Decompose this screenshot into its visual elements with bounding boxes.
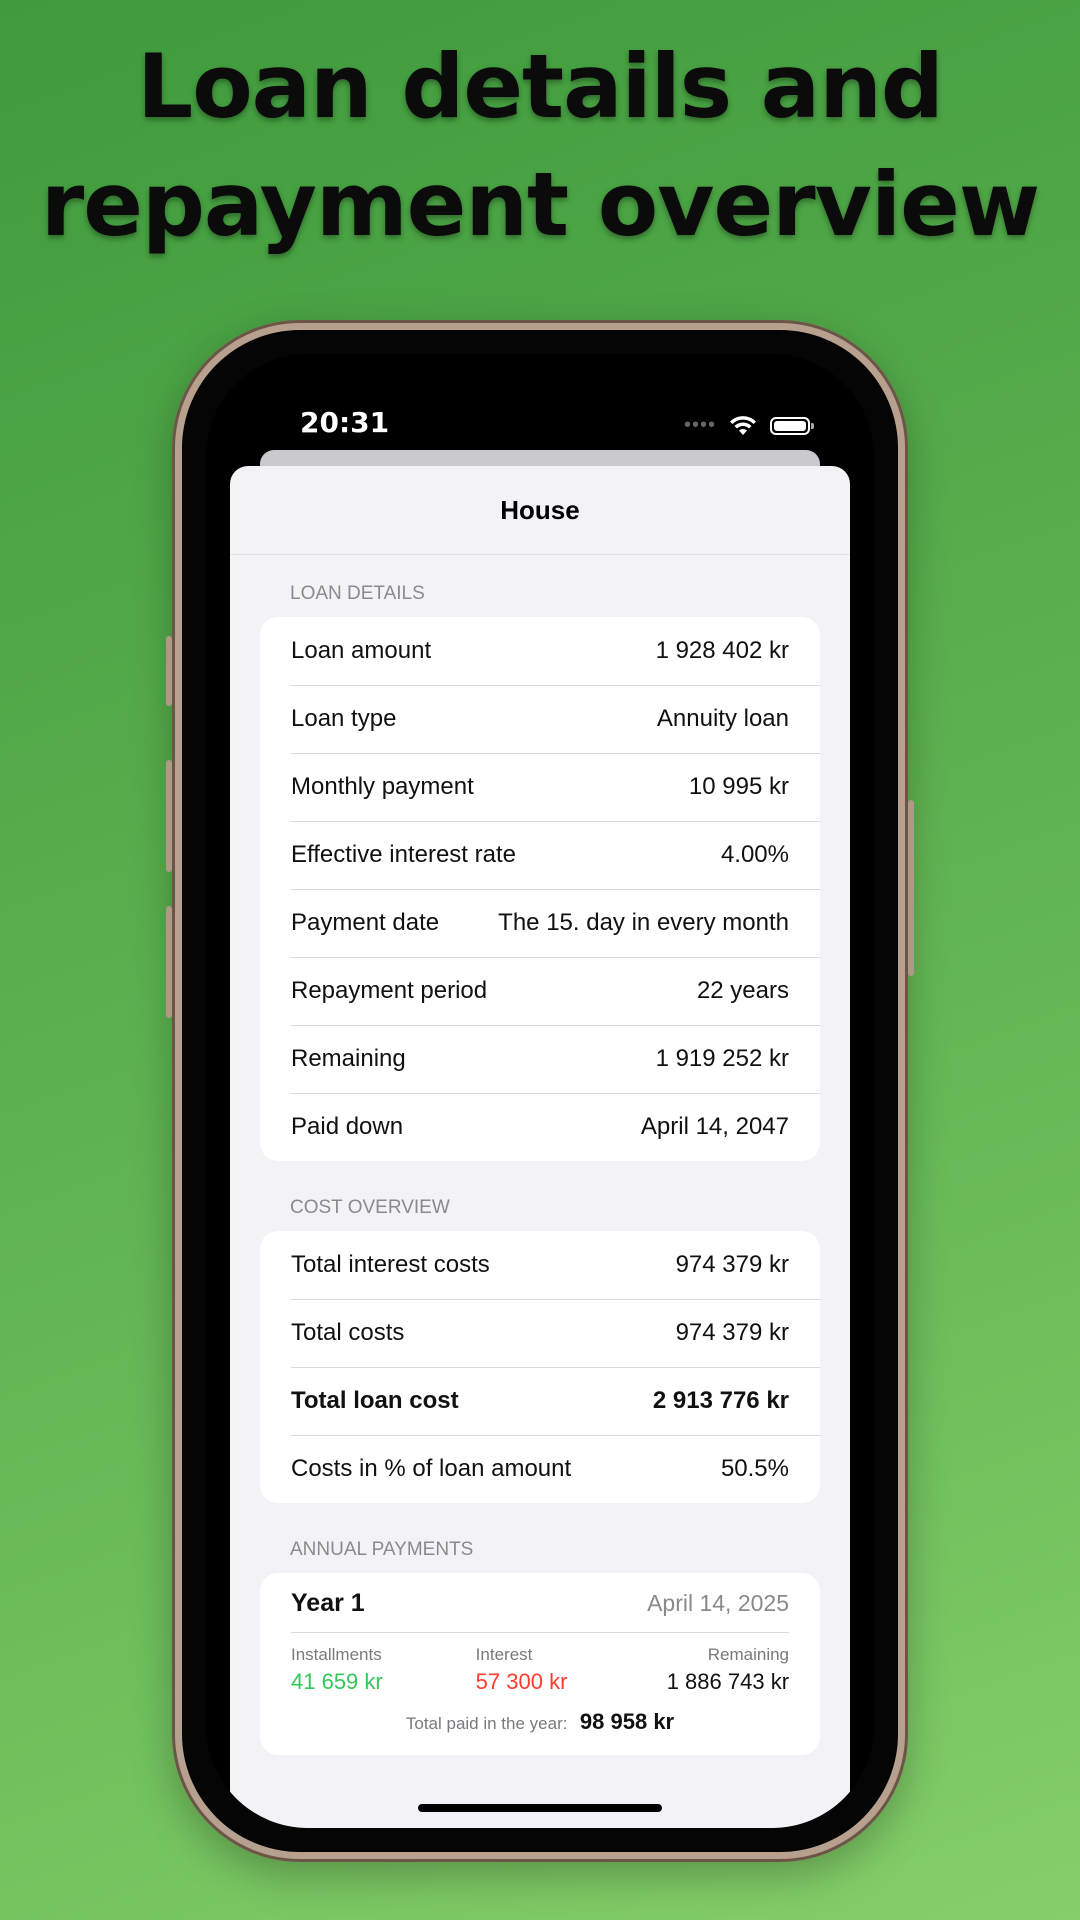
row-label: Remaining xyxy=(291,1045,406,1072)
row-label: Repayment period xyxy=(291,977,488,1004)
installments-value: 41 659 kr xyxy=(291,1669,383,1694)
row-label: Monthly payment xyxy=(291,773,474,800)
sheet-title: House xyxy=(230,466,850,555)
row-label: Payment date xyxy=(291,909,440,936)
phone-screen: 20:31 •••• House LOAN DETAILS Loan amoun… xyxy=(206,354,874,1828)
remaining-label: Remaining xyxy=(707,1645,790,1664)
year-title: Year 1 xyxy=(291,1589,365,1617)
year-total: Total paid in the year: 98 958 kr xyxy=(291,1709,789,1735)
row-costs-percent: Costs in % of loan amount 50.5% xyxy=(260,1435,820,1503)
row-total-interest-costs: Total interest costs 974 379 kr xyxy=(260,1231,820,1299)
battery-icon xyxy=(770,416,814,435)
row-label: Loan type xyxy=(291,705,397,732)
row-value: 974 379 kr xyxy=(675,1319,789,1346)
row-repayment-period: Repayment period 22 years xyxy=(260,957,820,1025)
year-columns: Installments 41 659 kr Interest 57 300 k… xyxy=(291,1645,789,1695)
loan-sheet: House LOAN DETAILS Loan amount 1 928 402… xyxy=(230,466,850,1828)
row-total-costs: Total costs 974 379 kr xyxy=(260,1299,820,1367)
remaining-value: 1 886 743 kr xyxy=(666,1669,790,1694)
year-card[interactable]: Year 1 April 14, 2025 Installments 41 65… xyxy=(260,1573,820,1755)
loan-details-group: Loan amount 1 928 402 kr Loan type Annui… xyxy=(260,617,820,1161)
phone-frame: 20:31 •••• House LOAN DETAILS Loan amoun… xyxy=(166,320,914,1862)
headline: Loan details and repayment overview xyxy=(0,28,1080,264)
row-label: Total interest costs xyxy=(291,1251,490,1278)
row-label: Costs in % of loan amount xyxy=(291,1455,572,1482)
row-value: 1 928 402 kr xyxy=(655,637,789,664)
year-total-label: Total paid in the year: xyxy=(405,1714,568,1733)
phone-bezel: 20:31 •••• House LOAN DETAILS Loan amoun… xyxy=(182,330,898,1852)
row-value: 22 years xyxy=(696,977,789,1004)
row-value: 4.00% xyxy=(720,841,789,868)
headline-line-2: repayment overview xyxy=(40,153,1040,256)
installments-column: Installments 41 659 kr xyxy=(291,1645,448,1695)
row-value: 1 919 252 kr xyxy=(655,1045,789,1072)
status-time: 20:31 xyxy=(300,406,390,439)
side-button-volume-up xyxy=(166,760,172,872)
remaining-column: Remaining 1 886 743 kr xyxy=(632,1645,789,1695)
row-value: The 15. day in every month xyxy=(498,909,789,936)
row-label: Total costs xyxy=(291,1319,405,1346)
year-card-header: Year 1 April 14, 2025 xyxy=(291,1589,789,1633)
row-label: Loan amount xyxy=(291,637,432,664)
row-value: 974 379 kr xyxy=(675,1251,789,1278)
row-value: 10 995 kr xyxy=(688,773,789,800)
installments-label: Installments xyxy=(291,1645,382,1664)
year-date: April 14, 2025 xyxy=(647,1590,789,1616)
side-button-volume-down xyxy=(166,906,172,1018)
row-remaining: Remaining 1 919 252 kr xyxy=(260,1025,820,1093)
row-effective-interest-rate: Effective interest rate 4.00% xyxy=(260,821,820,889)
annual-payments-header: ANNUAL PAYMENTS xyxy=(290,1539,474,1560)
headline-line-1: Loan details and xyxy=(137,35,944,138)
row-label: Total loan cost xyxy=(291,1387,459,1414)
year-total-value: 98 958 kr xyxy=(579,1709,675,1734)
interest-column: Interest 57 300 kr xyxy=(448,1645,633,1695)
cost-overview-header: COST OVERVIEW xyxy=(290,1197,450,1218)
row-payment-date: Payment date The 15. day in every month xyxy=(260,889,820,957)
side-button-action xyxy=(166,636,172,706)
row-value: April 14, 2047 xyxy=(640,1113,789,1140)
wifi-icon xyxy=(730,415,756,435)
row-value: 50.5% xyxy=(720,1455,789,1482)
signal-icon: •••• xyxy=(683,414,716,436)
status-icons: •••• xyxy=(683,414,814,437)
interest-value: 57 300 kr xyxy=(475,1669,568,1694)
row-label: Paid down xyxy=(291,1113,404,1140)
row-total-loan-cost: Total loan cost 2 913 776 kr xyxy=(260,1367,820,1435)
row-label: Effective interest rate xyxy=(291,841,516,868)
home-indicator[interactable] xyxy=(418,1804,662,1812)
row-loan-type: Loan type Annuity loan xyxy=(260,685,820,753)
side-button-power xyxy=(908,800,914,976)
loan-details-header: LOAN DETAILS xyxy=(290,583,425,604)
cost-overview-group: Total interest costs 974 379 kr Total co… xyxy=(260,1231,820,1503)
row-value: 2 913 776 kr xyxy=(652,1387,789,1414)
interest-label: Interest xyxy=(475,1645,533,1664)
row-value: Annuity loan xyxy=(656,705,789,732)
row-loan-amount: Loan amount 1 928 402 kr xyxy=(260,617,820,685)
row-monthly-payment: Monthly payment 10 995 kr xyxy=(260,753,820,821)
row-paid-down: Paid down April 14, 2047 xyxy=(260,1093,820,1161)
